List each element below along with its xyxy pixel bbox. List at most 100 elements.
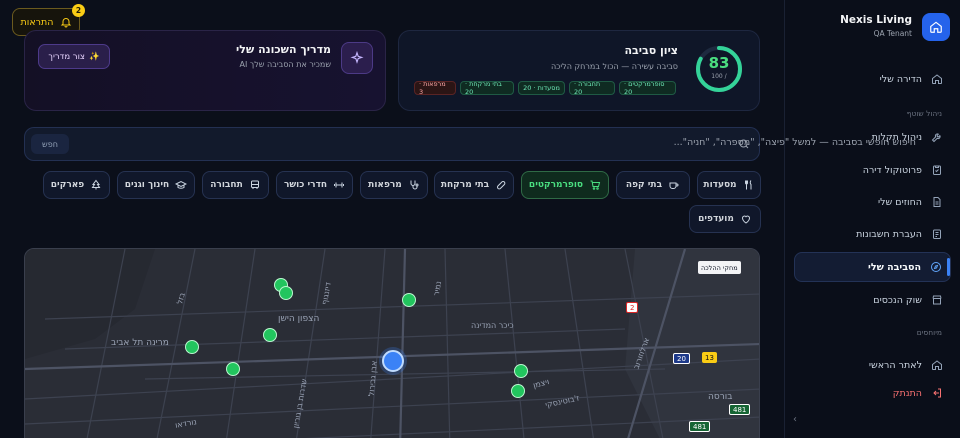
search-input[interactable]: חיפוש חופשי בסביבה — למשל "פיצה", "מספרה…: [674, 137, 916, 148]
score-chip: מרפאות · 3: [414, 80, 456, 96]
store-icon: [932, 295, 942, 305]
score-max: 100 /: [711, 73, 727, 80]
dumbbell-icon: [334, 182, 345, 188]
filter-label: בתי מרקחת: [440, 180, 490, 190]
filter-label: בתי קפה: [625, 180, 663, 190]
filter-parks[interactable]: פארקים: [43, 171, 110, 199]
score-chip: מסעדות · 20: [518, 81, 565, 95]
bus-icon: [250, 180, 259, 189]
utensils-icon: [744, 180, 752, 190]
sidebar-section-shared: ניהול שוטף: [906, 109, 942, 118]
wrench-icon: [931, 133, 941, 143]
sidebar-item-label: החוזים שלי: [878, 196, 922, 208]
logout-icon: [933, 388, 941, 398]
filter-label: סופרמרקטים: [528, 180, 584, 190]
score-title: ציון סביבה: [624, 44, 679, 57]
sidebar-item-label: העברת חשבונות: [856, 228, 922, 240]
sidebar-item-label: שוק הנכסים: [873, 294, 922, 306]
guide-title: מדריך השכונה שלי: [236, 43, 331, 56]
home-icon: [932, 360, 942, 370]
home-icon: [930, 21, 942, 33]
notifications-label: התראות: [20, 16, 54, 28]
score-value: 83: [708, 54, 730, 72]
supermarket-marker[interactable]: [263, 328, 277, 342]
supermarket-marker[interactable]: [226, 362, 240, 376]
chevron-left-icon[interactable]: ‹: [793, 414, 797, 425]
sidebar-item-main-site[interactable]: לאתר הראשי: [794, 350, 951, 380]
sidebar-item-label: הסביבה שלי: [868, 261, 921, 273]
create-guide-label: צור מדריך: [48, 51, 85, 62]
heart-icon: [741, 215, 750, 224]
search-button[interactable]: חפש: [31, 134, 69, 154]
receipt-icon: [933, 229, 941, 239]
score-chip: תחבורה · 20: [569, 80, 615, 96]
sidebar-item-protocol[interactable]: פרוטוקול דירה: [794, 155, 951, 185]
tree-icon: [91, 179, 101, 190]
sparkle-emoji-icon: ✨: [88, 51, 100, 62]
sidebar-item-neighborhood[interactable]: הסביבה שלי: [794, 252, 951, 282]
filter-label: חדרי כושר: [283, 180, 328, 190]
sparkles-icon: [341, 42, 373, 74]
sidebar-item-label: לאתר הראשי: [868, 359, 922, 371]
road-shield: 20: [673, 353, 690, 364]
graduation-icon: [175, 180, 188, 189]
road-shield: 481: [689, 421, 711, 432]
supermarket-marker[interactable]: [402, 293, 416, 307]
supermarket-marker[interactable]: [511, 384, 525, 398]
road-shield: 481: [729, 404, 751, 415]
filter-clinics[interactable]: מרפאות: [360, 171, 428, 199]
filter-restaurants[interactable]: מסעדות: [697, 171, 761, 199]
road-shield: 13: [702, 352, 717, 363]
neighborhood-guide-card: [24, 30, 386, 111]
filter-pharmacies[interactable]: בתי מרקחת: [434, 171, 514, 199]
clipboard-icon: [933, 165, 941, 175]
filter-label: מועדפים: [698, 214, 734, 224]
filter-favorites[interactable]: מועדפים: [689, 205, 761, 233]
score-subtitle: סביבה עשירה — הכול במרחק הליכה: [550, 62, 678, 71]
sidebar-item-my-apartment[interactable]: הדירה שלי: [794, 64, 951, 94]
filter-label: פארקים: [50, 180, 85, 190]
search-icon: [739, 139, 749, 149]
search-bar: [24, 127, 760, 161]
supermarket-marker[interactable]: [279, 286, 293, 300]
sidebar-item-contracts[interactable]: החוזים שלי: [794, 187, 951, 217]
filter-label: מסעדות: [703, 180, 737, 190]
supermarket-marker[interactable]: [185, 340, 199, 354]
pill-icon: [497, 180, 506, 190]
brand-logo[interactable]: [922, 13, 950, 41]
filter-education[interactable]: חינוך וגנים: [117, 171, 195, 199]
stethoscope-icon: [410, 180, 419, 190]
road-shield: 2: [626, 302, 639, 313]
filter-gyms[interactable]: חדרי כושר: [276, 171, 353, 199]
coffee-icon: [669, 182, 679, 189]
supermarket-marker[interactable]: [514, 364, 528, 378]
sidebar-item-bills[interactable]: העברת חשבונות: [794, 219, 951, 249]
filter-cafes[interactable]: בתי קפה: [616, 171, 690, 199]
map-label: מרינה תל אביב: [111, 338, 169, 348]
filter-label: מרפאות: [368, 180, 402, 190]
home-icon: [932, 74, 942, 84]
filter-label: תחבורה: [210, 180, 243, 190]
compass-icon: [931, 262, 941, 272]
sidebar-item-logout[interactable]: התנתק: [794, 378, 951, 408]
my-location-marker[interactable]: [382, 350, 404, 372]
sidebar-item-label: התנתק: [892, 387, 922, 399]
sidebar-section-misc: מיוחסים: [916, 328, 942, 337]
active-indicator: [947, 258, 950, 276]
filter-supermarkets[interactable]: סופרמרקטים: [521, 171, 609, 199]
score-chip: בתי מרקחת · 20: [460, 80, 514, 96]
sidebar-item-label: הדירה שלי: [879, 73, 922, 85]
brand-tenant: QA Tenant: [873, 29, 912, 38]
sidebar-item-marketplace[interactable]: שוק הנכסים: [794, 285, 951, 315]
filter-transport[interactable]: תחבורה: [202, 171, 269, 199]
map-label: בורסה: [708, 392, 733, 402]
neighborhood-map[interactable]: מחקי ההלכה הצפון הישן מרינה תל אביב כיכר…: [24, 248, 760, 438]
create-guide-button[interactable]: צור מדריך ✨: [38, 44, 110, 69]
guide-subtitle: AI שמכיר את הסביבה שלך: [239, 60, 331, 69]
map-tooltip: מחקי ההלכה: [698, 261, 741, 274]
cart-icon: [590, 180, 601, 190]
notifications-count-badge: 2: [72, 4, 85, 17]
score-chip: סופרמרקטים · 20: [619, 80, 676, 96]
sidebar-item-label: פרוטוקול דירה: [862, 164, 922, 176]
filter-label: חינוך וגנים: [124, 180, 170, 190]
